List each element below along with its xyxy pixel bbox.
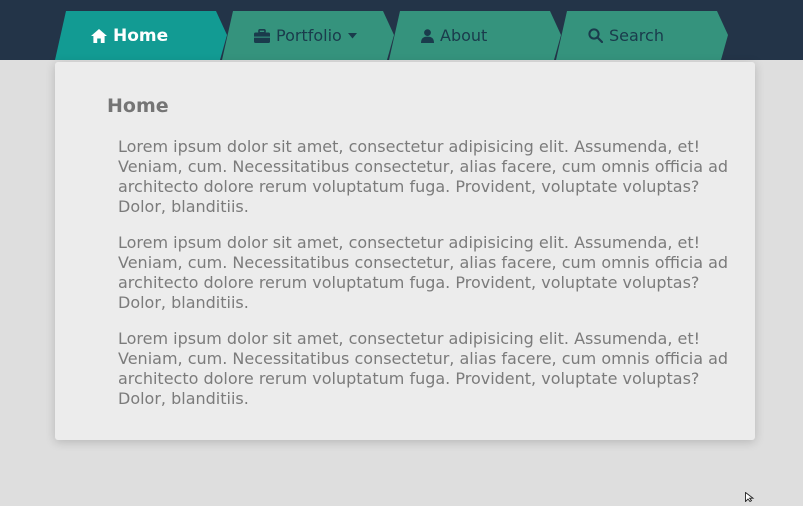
tab-search[interactable]: Search — [556, 11, 728, 60]
tab-portfolio-label: Portfolio — [276, 26, 342, 45]
content-panel: Home Lorem ipsum dolor sit amet, consect… — [55, 62, 755, 440]
paragraph-list: Lorem ipsum dolor sit amet, consectetur … — [118, 137, 743, 425]
paragraph: Lorem ipsum dolor sit amet, consectetur … — [118, 329, 729, 408]
tab-about-label: About — [440, 26, 488, 45]
tab-portfolio[interactable]: Portfolio — [222, 11, 394, 60]
paragraph: Lorem ipsum dolor sit amet, consectetur … — [118, 233, 729, 312]
page-title: Home — [107, 95, 169, 117]
tab-about[interactable]: About — [389, 11, 561, 60]
home-icon — [91, 28, 107, 43]
user-icon — [421, 28, 434, 43]
tab-home[interactable]: Home — [55, 11, 227, 60]
tab-home-label: Home — [113, 25, 169, 46]
search-icon — [588, 28, 603, 43]
caret-down-icon — [347, 32, 357, 39]
briefcase-icon — [254, 28, 270, 43]
nav-tabs: Home Portfolio About Search — [55, 11, 728, 60]
paragraph: Lorem ipsum dolor sit amet, consectetur … — [118, 137, 729, 216]
tab-search-label: Search — [609, 26, 664, 45]
